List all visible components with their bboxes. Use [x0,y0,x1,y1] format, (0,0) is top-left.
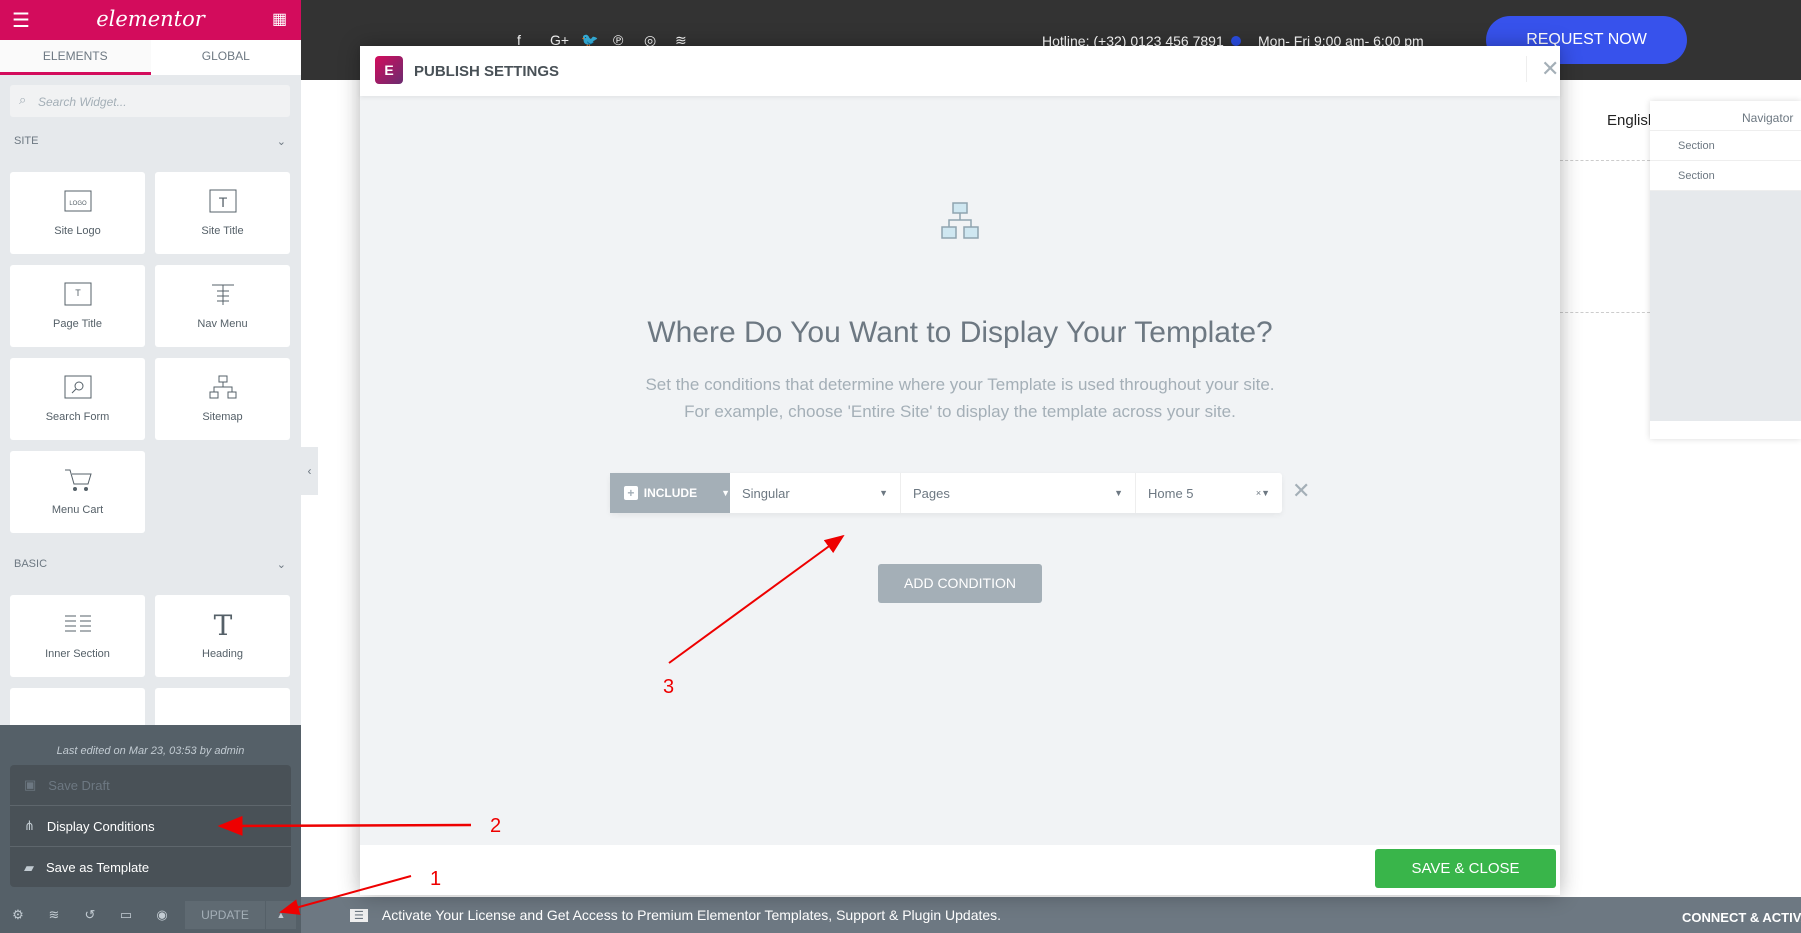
widget-sitemap[interactable]: Sitemap [155,358,290,440]
search-input[interactable]: ⌕ Search Widget... [10,85,290,117]
navigator-row[interactable]: Section [1650,161,1801,191]
widget-search-form[interactable]: Search Form [10,358,145,440]
condition-type-select[interactable]: Singular ▼ [730,473,901,513]
language-switcher[interactable]: English [1607,112,1656,129]
navigator-panel: Navigator Section Section [1650,101,1801,439]
connect-activate-link[interactable]: CONNECT & ACTIVATE [1682,910,1801,925]
chevron-down-icon: ⌄ [276,136,286,148]
elementor-icon: ☰ [350,908,368,922]
collapse-panel-button[interactable]: ‹ [301,447,318,495]
modal-description: For example, choose 'Entire Site' to dis… [684,402,1236,421]
search-placeholder: Search Widget... [38,95,127,109]
annotation-label: 2 [490,815,502,837]
category-basic[interactable]: BASIC ⌄ [14,558,286,571]
condition-subtype-select[interactable]: Pages ▼ [901,473,1136,513]
dot-icon [1231,36,1241,46]
license-notice-text: Activate Your License and Get Access to … [381,907,1002,923]
svg-text:LOGO: LOGO [69,201,87,207]
responsive-icon[interactable]: ▭ [108,907,144,923]
sidebar-header: ☰ elementor ▦ [0,0,301,40]
annotation-label: 1 [430,868,442,890]
navigator-row[interactable]: Section [1650,131,1801,161]
folder-icon: ▰ [24,859,34,875]
save-options-toggle[interactable]: ▲ [266,901,296,929]
tab-global[interactable]: GLOBAL [151,40,302,75]
widget-menu-cart[interactable]: Menu Cart [10,451,145,533]
modal-description: Set the conditions that determine where … [645,375,1275,394]
menu-item-save-draft[interactable]: ▣ Save Draft [10,765,291,806]
sidebar-footer: ⚙ ≋ ↺ ▭ ◉ UPDATE ▲ [0,897,301,933]
layers-icon[interactable]: ≋ [36,907,72,923]
elementor-sidebar: ☰ elementor ▦ ELEMENTS GLOBAL ⌕ Search W… [0,0,301,933]
search-icon: ⌕ [19,92,27,107]
settings-icon[interactable]: ⚙ [0,907,36,923]
svg-text:T: T [218,194,227,210]
modal-title: PUBLISH SETTINGS [414,63,560,80]
annotation-label: 3 [663,676,675,698]
sitemap-icon [941,202,979,239]
chevron-down-icon: ⌄ [276,559,286,571]
navigator-title[interactable]: Navigator [1650,101,1801,131]
section-divider [1560,312,1650,313]
remove-condition-icon[interactable]: ✕ [1292,478,1310,504]
caret-down-icon: ▼ [879,488,888,498]
save-and-close-button[interactable]: SAVE & CLOSE [1375,849,1556,888]
svg-text:T: T [213,611,232,637]
plus-icon: + [624,486,638,500]
grid-apps-icon[interactable]: ▦ [272,9,287,29]
tab-elements[interactable]: ELEMENTS [0,40,151,75]
close-icon[interactable]: ✕ [1526,56,1559,82]
widget-page-title[interactable]: T Page Title [10,265,145,347]
widget-heading[interactable]: T Heading [155,595,290,677]
widget-inner-section[interactable]: Inner Section [10,595,145,677]
condition-target-select[interactable]: Home 5 ×▼ [1136,473,1282,513]
caret-down-icon: ▼ [721,488,730,498]
add-condition-button[interactable]: ADD CONDITION [878,564,1042,603]
condition-row: + INCLUDE ▼ Singular ▼ Pages ▼ Home 5 ×▼ [610,473,1282,513]
widget-nav-menu[interactable]: Nav Menu [155,265,290,347]
widget-site-logo[interactable]: LOGO Site Logo [10,172,145,254]
elementor-logo-icon: E [375,56,403,84]
category-label: SITE [14,135,39,147]
include-select[interactable]: + INCLUDE ▼ [610,473,730,513]
save-options-popup: Last edited on Mar 23, 03:53 by admin ▣ S… [0,725,301,897]
menu-item-display-conditions[interactable]: ⋔ Display Conditions [10,806,291,847]
navigator-body [1650,191,1801,421]
category-label: BASIC [14,558,48,570]
sitemap-icon: ⋔ [24,818,35,833]
widget-site-title[interactable]: T Site Title [155,172,290,254]
save-icon: ▣ [24,777,37,792]
clear-caret-icon[interactable]: ×▼ [1256,488,1270,498]
category-site[interactable]: SITE ⌄ [14,135,286,148]
svg-text:T: T [75,288,81,298]
modal-heading: Where Do You Want to Display Your Templa… [647,316,1273,349]
elementor-logo: elementor [96,7,205,31]
section-divider [1560,160,1650,161]
history-icon[interactable]: ↺ [72,907,108,923]
publish-settings-modal: E PUBLISH SETTINGS ✕ Where Do You Want t… [360,46,1560,895]
preview-eye-icon[interactable]: ◉ [144,907,180,923]
last-edited-text: Last edited on Mar 23, 03:53 by admin [56,745,245,757]
update-button[interactable]: UPDATE [185,901,265,929]
caret-down-icon: ▼ [1114,488,1123,498]
menu-item-save-as-template[interactable]: ▰ Save as Template [10,847,291,888]
